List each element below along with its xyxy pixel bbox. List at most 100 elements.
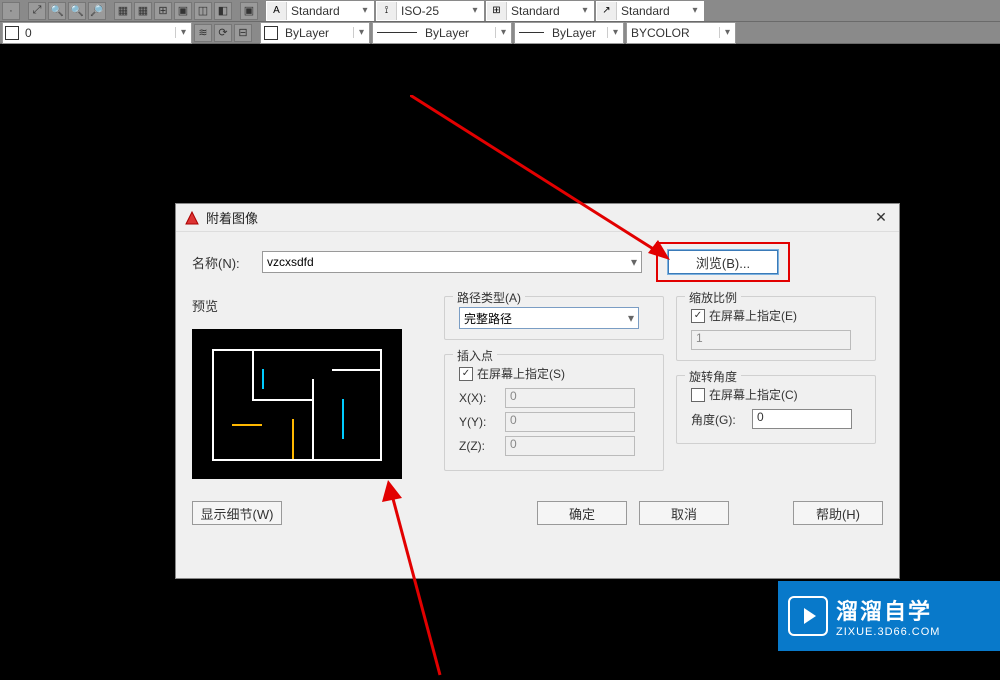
dialog-title: 附着图像	[206, 208, 871, 227]
chevron-down-icon: ▾	[607, 27, 623, 38]
specify-onscreen-c-checkbox[interactable]	[691, 388, 705, 402]
zoom-extents-icon[interactable]: ⤢	[28, 2, 46, 20]
specify-onscreen-s-label: 在屏幕上指定(S)	[477, 365, 565, 382]
mleader-style-combo[interactable]: ↗ Standard ▾	[596, 1, 704, 21]
zoom-realtime-icon[interactable]: 🔍	[48, 2, 66, 20]
angle-label: 角度(G):	[691, 411, 746, 428]
preview-image	[192, 329, 402, 479]
color-combo[interactable]: ByLayer ▾	[260, 22, 370, 44]
snap2-icon[interactable]: ▣	[174, 2, 192, 20]
layer-combo[interactable]: 0 ▾	[2, 22, 192, 44]
x-label: X(X):	[459, 391, 499, 405]
watermark-url: ZIXUE.3D66.COM	[836, 626, 940, 638]
color-value: ByLayer	[281, 26, 353, 40]
path-type-label: 路径类型(A)	[453, 289, 525, 306]
name-label: 名称(N):	[192, 253, 252, 272]
toolbar-row-2: 0 ▾ ≋ ⟳ ⊟ ByLayer ▾ ByLayer ▾ ByLayer ▾ …	[0, 22, 1000, 44]
insertion-point-label: 插入点	[453, 347, 497, 364]
y-label: Y(Y):	[459, 415, 499, 429]
table-style-icon: ⊞	[487, 2, 507, 20]
z-input[interactable]: 0	[505, 436, 635, 456]
specify-onscreen-s-checkbox[interactable]: ✓	[459, 367, 473, 381]
play-icon	[788, 596, 828, 636]
specify-onscreen-e-label: 在屏幕上指定(E)	[709, 307, 797, 324]
watermark: 溜溜自学 ZIXUE.3D66.COM	[778, 581, 1000, 651]
dim-style-icon: ⟟	[377, 2, 397, 20]
zoom-window-icon[interactable]: 🔍	[68, 2, 86, 20]
linetype-value: ByLayer	[421, 26, 495, 40]
layer-tool3-icon[interactable]: ⊟	[234, 24, 252, 42]
layer-tool-icon[interactable]: ≋	[194, 24, 212, 42]
tool-icon[interactable]: ◫	[194, 2, 212, 20]
toolbar-row-1: · ⤢ 🔍 🔍 🔎 ▦ ▦ ⊞ ▣ ◫ ◧ ▣ A Standard ▾ ⟟ I…	[0, 0, 1000, 22]
scale-group: 缩放比例 ✓ 在屏幕上指定(E) 1	[676, 296, 876, 361]
grid-icon[interactable]: ▦	[114, 2, 132, 20]
ok-button[interactable]: 确定	[537, 501, 627, 525]
name-value: vzcxsdfd	[267, 255, 314, 269]
plotstyle-combo[interactable]: BYCOLOR ▾	[626, 22, 736, 44]
insertion-point-group: 插入点 ✓ 在屏幕上指定(S) X(X): 0 Y(Y): 0 Z(Z):	[444, 354, 664, 471]
layer-tool2-icon[interactable]: ⟳	[214, 24, 232, 42]
tool3-icon[interactable]: ▣	[240, 2, 258, 20]
chevron-down-icon: ▾	[628, 311, 634, 325]
lineweight-sample	[519, 32, 544, 33]
watermark-title: 溜溜自学	[836, 594, 940, 626]
linetype-combo[interactable]: ByLayer ▾	[372, 22, 512, 44]
lineweight-combo[interactable]: ByLayer ▾	[514, 22, 624, 44]
attach-image-dialog: 附着图像 ✕ 名称(N): vzcxsdfd ▾ 浏览(B)... 预览	[175, 203, 900, 579]
dim-style-value: ISO-25	[397, 4, 467, 18]
z-label: Z(Z):	[459, 439, 499, 453]
layer-color-swatch	[5, 26, 19, 40]
lineweight-value: ByLayer	[548, 26, 607, 40]
path-type-value: 完整路径	[464, 310, 512, 327]
specify-onscreen-c-label: 在屏幕上指定(C)	[709, 386, 798, 403]
app-icon	[184, 210, 200, 226]
chevron-down-icon: ▾	[353, 27, 369, 38]
tool2-icon[interactable]: ◧	[214, 2, 232, 20]
layer-name: 0	[21, 26, 175, 40]
specify-onscreen-e-checkbox[interactable]: ✓	[691, 309, 705, 323]
preview-label: 预览	[192, 296, 432, 315]
plotstyle-value: BYCOLOR	[627, 26, 719, 40]
table-style-value: Standard	[507, 4, 577, 18]
dialog-buttons: 显示细节(W) 确定 取消 帮助(H)	[176, 501, 899, 537]
x-input[interactable]: 0	[505, 388, 635, 408]
path-type-select[interactable]: 完整路径 ▾	[459, 307, 639, 329]
snap-icon[interactable]: ⊞	[154, 2, 172, 20]
chevron-down-icon: ▾	[687, 5, 703, 16]
chevron-down-icon: ▾	[577, 5, 593, 16]
cancel-button[interactable]: 取消	[639, 501, 729, 525]
chevron-down-icon: ▾	[719, 27, 735, 38]
scale-input[interactable]: 1	[691, 330, 851, 350]
chevron-down-icon: ▾	[175, 27, 191, 38]
angle-input[interactable]: 0	[752, 409, 852, 429]
close-button[interactable]: ✕	[871, 209, 891, 226]
help-button[interactable]: 帮助(H)	[793, 501, 883, 525]
chevron-down-icon: ▾	[467, 5, 483, 16]
table-style-combo[interactable]: ⊞ Standard ▾	[486, 1, 594, 21]
dialog-titlebar: 附着图像 ✕	[176, 204, 899, 232]
path-type-group: 路径类型(A) 完整路径 ▾	[444, 296, 664, 340]
browse-button[interactable]: 浏览(B)...	[668, 250, 778, 274]
scale-label: 缩放比例	[685, 289, 741, 306]
rotation-group: 旋转角度 在屏幕上指定(C) 角度(G): 0	[676, 375, 876, 444]
name-select[interactable]: vzcxsdfd ▾	[262, 251, 642, 273]
zoom-previous-icon[interactable]: 🔎	[88, 2, 106, 20]
text-style-value: Standard	[287, 4, 357, 18]
mleader-style-icon: ↗	[597, 2, 617, 20]
linetype-sample	[377, 32, 417, 33]
chevron-down-icon: ▾	[495, 27, 511, 38]
text-style-combo[interactable]: A Standard ▾	[266, 1, 374, 21]
grid2-icon[interactable]: ▦	[134, 2, 152, 20]
text-style-icon: A	[267, 2, 287, 20]
show-details-button[interactable]: 显示细节(W)	[192, 501, 282, 525]
color-swatch	[264, 26, 278, 40]
chevron-down-icon: ▾	[357, 5, 373, 16]
toolbar-icon[interactable]: ·	[2, 2, 20, 20]
dim-style-combo[interactable]: ⟟ ISO-25 ▾	[376, 1, 484, 21]
chevron-down-icon: ▾	[631, 255, 637, 269]
mleader-style-value: Standard	[617, 4, 687, 18]
rotation-label: 旋转角度	[685, 368, 741, 385]
y-input[interactable]: 0	[505, 412, 635, 432]
browse-highlight: 浏览(B)...	[656, 242, 790, 282]
